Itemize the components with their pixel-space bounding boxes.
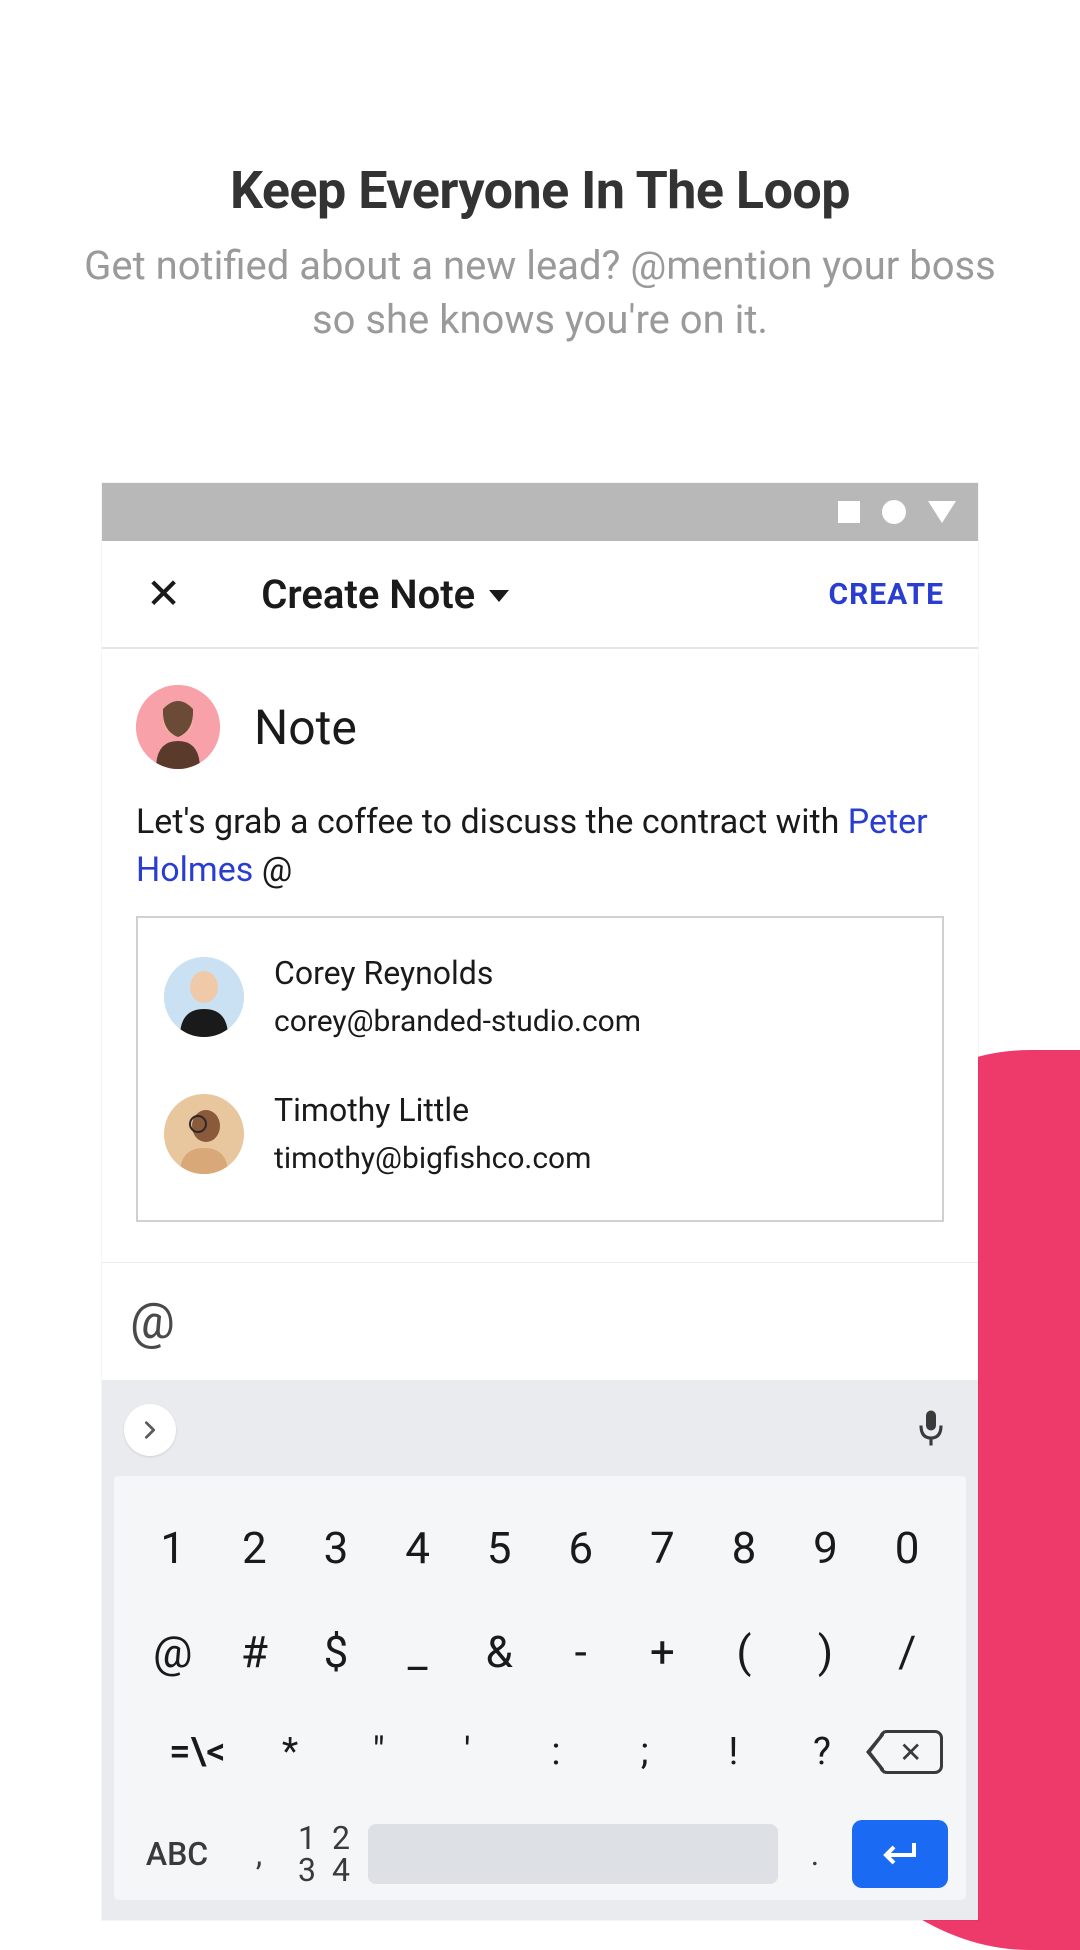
key-9[interactable]: 9 <box>785 1522 867 1574</box>
key-numpad[interactable]: 1 2 3 4 <box>296 1822 356 1886</box>
keyboard-row-3: =\< * " ' : ; ! ? ✕ <box>122 1704 958 1800</box>
keyboard-toolbar <box>114 1394 966 1476</box>
marketing-subtitle: Get notified about a new lead? @mention … <box>80 239 1000 347</box>
key-underscore[interactable]: _ <box>377 1626 459 1678</box>
key-6[interactable]: 6 <box>540 1522 622 1574</box>
key-dquote[interactable]: " <box>337 1730 420 1774</box>
suggestion-item[interactable]: Corey Reynolds corey@branded-studio.com <box>164 938 916 1055</box>
key-3[interactable]: 3 <box>295 1522 377 1574</box>
key-squote[interactable]: ' <box>426 1730 509 1774</box>
suggestion-avatar <box>164 957 244 1037</box>
microphone-icon <box>916 1408 946 1448</box>
app-header: ✕ Create Note CREATE <box>102 541 978 649</box>
key-backspace[interactable]: ✕ <box>869 1730 952 1774</box>
key-exclaim[interactable]: ! <box>692 1730 775 1774</box>
numpad-bot: 3 4 <box>296 1854 356 1886</box>
key-mode-switch[interactable]: =\< <box>152 1730 243 1774</box>
key-semicolon[interactable]: ; <box>603 1730 686 1774</box>
status-triangle-icon <box>928 501 956 523</box>
key-5[interactable]: 5 <box>458 1522 540 1574</box>
status-square-icon <box>838 501 860 523</box>
voice-input-button[interactable] <box>906 1398 956 1462</box>
mention-input-value: @ <box>130 1293 175 1351</box>
android-status-bar <box>102 483 978 541</box>
keyboard-row-1: 1 2 3 4 5 6 7 8 9 0 <box>122 1496 958 1600</box>
header-title: Create Note <box>261 571 475 618</box>
note-text-prefix: Let's grab a coffee to discuss the contr… <box>136 802 848 842</box>
key-enter[interactable] <box>852 1820 948 1888</box>
numpad-top: 1 2 <box>296 1822 356 1854</box>
key-comma[interactable]: , <box>234 1835 284 1873</box>
key-ampersand[interactable]: & <box>458 1626 540 1678</box>
author-avatar <box>136 685 220 769</box>
suggestion-info: Corey Reynolds corey@branded-studio.com <box>274 954 641 1039</box>
mention-suggestions: Corey Reynolds corey@branded-studio.com … <box>136 916 944 1222</box>
mention-input-bar[interactable]: @ <box>102 1262 978 1380</box>
key-period[interactable]: . <box>790 1835 840 1873</box>
suggestion-avatar <box>164 1094 244 1174</box>
suggestion-email: timothy@bigfishco.com <box>274 1141 591 1176</box>
keyboard-expand-button[interactable] <box>124 1404 176 1456</box>
keyboard-row-2: @ # $ _ & - + ( ) / <box>122 1600 958 1704</box>
key-minus[interactable]: - <box>540 1626 622 1678</box>
key-2[interactable]: 2 <box>214 1522 296 1574</box>
suggestion-name: Corey Reynolds <box>274 954 641 992</box>
key-abc[interactable]: ABC <box>132 1835 222 1873</box>
key-8[interactable]: 8 <box>703 1522 785 1574</box>
keyboard-keys: 1 2 3 4 5 6 7 8 9 0 @ # $ _ & - + ( ) <box>114 1476 966 1900</box>
backspace-icon: ✕ <box>879 1730 943 1774</box>
note-text-suffix: @ <box>253 850 292 890</box>
suggestion-name: Timothy Little <box>274 1091 591 1129</box>
create-button[interactable]: CREATE <box>828 577 944 612</box>
note-header-row: Note <box>136 685 944 769</box>
suggestion-email: corey@branded-studio.com <box>274 1004 641 1039</box>
key-slash[interactable]: / <box>866 1626 948 1678</box>
key-space[interactable] <box>368 1824 778 1884</box>
key-lparen[interactable]: ( <box>703 1626 785 1678</box>
chevron-down-icon <box>489 590 509 602</box>
key-at[interactable]: @ <box>132 1626 214 1678</box>
enter-icon <box>880 1839 920 1869</box>
key-dollar[interactable]: $ <box>295 1626 377 1678</box>
key-4[interactable]: 4 <box>377 1522 459 1574</box>
note-editor: Note Let's grab a coffee to discuss the … <box>102 649 978 1222</box>
soft-keyboard: 1 2 3 4 5 6 7 8 9 0 @ # $ _ & - + ( ) <box>102 1380 978 1920</box>
key-plus[interactable]: + <box>622 1626 704 1678</box>
suggestion-item[interactable]: Timothy Little timothy@bigfishco.com <box>164 1075 916 1192</box>
keyboard-row-4: ABC , 1 2 3 4 . <box>122 1800 958 1892</box>
chevron-right-icon <box>139 1419 161 1441</box>
key-hash[interactable]: # <box>214 1626 296 1678</box>
key-question[interactable]: ? <box>781 1730 864 1774</box>
key-colon[interactable]: : <box>515 1730 598 1774</box>
key-7[interactable]: 7 <box>622 1522 704 1574</box>
note-type-dropdown[interactable]: Create Note <box>261 571 509 618</box>
status-circle-icon <box>882 500 906 524</box>
note-type-label: Note <box>254 699 357 756</box>
close-icon[interactable]: ✕ <box>136 559 191 629</box>
key-0[interactable]: 0 <box>866 1522 948 1574</box>
marketing-title: Keep Everyone In The Loop <box>80 160 1000 221</box>
marketing-header: Keep Everyone In The Loop Get notified a… <box>0 0 1080 347</box>
suggestion-info: Timothy Little timothy@bigfishco.com <box>274 1091 591 1176</box>
device-frame: ✕ Create Note CREATE Note Let's grab a c… <box>102 483 978 1920</box>
key-rparen[interactable]: ) <box>785 1626 867 1678</box>
key-1[interactable]: 1 <box>132 1522 214 1574</box>
key-asterisk[interactable]: * <box>249 1730 332 1774</box>
note-body[interactable]: Let's grab a coffee to discuss the contr… <box>136 799 944 894</box>
